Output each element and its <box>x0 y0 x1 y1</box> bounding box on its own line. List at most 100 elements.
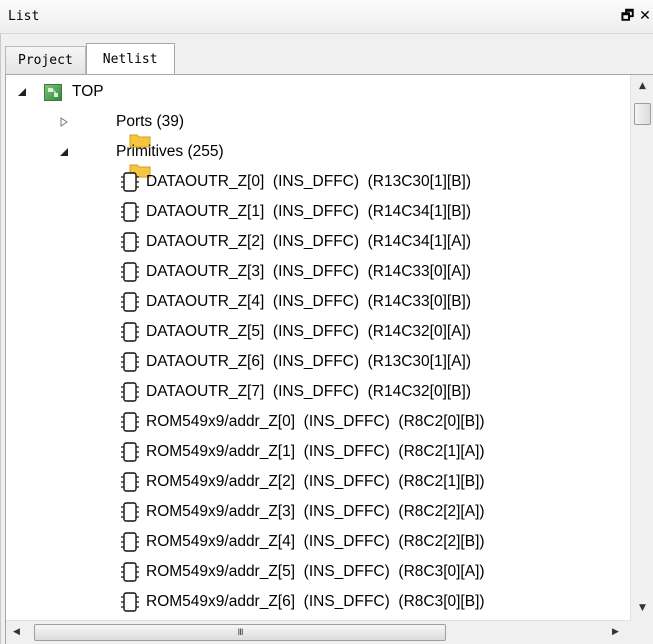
primitive-item[interactable]: DATAOUTR_Z[7] (INS_DFFC) (R14C32[0][B]) <box>120 377 471 407</box>
primitive-cell-icon <box>120 321 140 343</box>
list-panel: Project Netlist TOP Ports (39) Primitive… <box>0 34 653 644</box>
primitive-location: (R8C2[2][B]) <box>398 533 485 550</box>
primitive-location: (R14C32[0][B]) <box>367 383 472 400</box>
primitive-location: (R14C33[0][B]) <box>367 293 472 310</box>
primitive-item[interactable]: ROM549x9/addr_Z[6] (INS_DFFC) (R8C3[0][B… <box>120 587 485 617</box>
primitive-cell-icon <box>120 351 140 373</box>
netlist-panel: TOP Ports (39) Primitives (255) DATAOUTR… <box>5 74 653 644</box>
vertical-scrollbar[interactable]: ▲ ▼ <box>630 75 653 620</box>
primitive-item[interactable]: DATAOUTR_Z[6] (INS_DFFC) (R13C30[1][A]) <box>120 347 471 377</box>
primitive-cell-icon <box>120 171 140 193</box>
primitive-type: (INS_DFFC) <box>303 473 390 490</box>
primitive-location: (R8C3[0][B]) <box>398 593 485 610</box>
tab-netlist[interactable]: Netlist <box>85 43 175 74</box>
primitive-item[interactable]: DATAOUTR_Z[1] (INS_DFFC) (R14C34[1][B]) <box>120 197 471 227</box>
primitive-item[interactable]: ROM549x9/addr_Z[1] (INS_DFFC) (R8C2[1][A… <box>120 437 485 467</box>
primitive-location: (R8C2[1][B]) <box>398 473 485 490</box>
primitive-item[interactable]: ROM549x9/addr_Z[2] (INS_DFFC) (R8C2[1][B… <box>120 467 485 497</box>
primitive-type: (INS_DFFC) <box>272 383 360 400</box>
primitive-name: DATAOUTR_Z[4] <box>146 293 265 310</box>
primitive-item[interactable]: DATAOUTR_Z[4] (INS_DFFC) (R14C33[0][B]) <box>120 287 471 317</box>
scroll-left-icon[interactable]: ◀ <box>13 627 20 637</box>
folder-icon <box>86 114 151 148</box>
primitive-item[interactable]: DATAOUTR_Z[5] (INS_DFFC) (R14C32[0][A]) <box>120 317 471 347</box>
panel-titlebar: List 🗗 ✕ <box>0 0 653 34</box>
primitive-type: (INS_DFFC) <box>303 413 390 430</box>
tab-project[interactable]: Project <box>5 46 86 74</box>
expanded-arrow-icon[interactable] <box>16 86 28 98</box>
collapsed-arrow-icon[interactable] <box>58 116 70 128</box>
primitive-name: DATAOUTR_Z[0] <box>146 173 265 190</box>
horizontal-scroll-thumb[interactable]: III <box>34 624 446 641</box>
primitive-item[interactable]: DATAOUTR_Z[0] (INS_DFFC) (R13C30[1][B]) <box>120 167 471 197</box>
primitive-cell-icon <box>120 231 140 253</box>
restore-icon[interactable]: 🗗 <box>621 7 634 25</box>
primitive-location: (R14C32[0][A]) <box>367 323 472 340</box>
primitive-item[interactable]: ROM549x9/addr_Z[0] (INS_DFFC) (R8C2[0][B… <box>120 407 485 437</box>
primitive-location: (R13C30[1][A]) <box>367 353 472 370</box>
primitive-location: (R8C2[0][B]) <box>398 413 485 430</box>
primitive-location: (R8C3[0][A]) <box>398 563 485 580</box>
primitive-cell-icon <box>120 561 140 583</box>
tree-node-ports[interactable]: Ports (39) <box>58 107 185 148</box>
primitive-name: ROM549x9/addr_Z[1] <box>146 443 296 460</box>
primitive-type: (INS_DFFC) <box>303 533 390 550</box>
primitive-cell-icon <box>120 381 140 403</box>
primitive-name: DATAOUTR_Z[2] <box>146 233 265 250</box>
tree-node-label: TOP <box>72 83 104 100</box>
primitive-item[interactable]: ROM549x9/addr_Z[3] (INS_DFFC) (R8C2[2][A… <box>120 497 485 527</box>
primitive-type: (INS_DFFC) <box>272 233 360 250</box>
primitive-type: (INS_DFFC) <box>303 593 390 610</box>
primitive-location: (R13C30[1][B]) <box>367 173 472 190</box>
tab-bar: Project Netlist <box>5 43 175 74</box>
vertical-scroll-thumb[interactable] <box>634 103 651 125</box>
primitive-name: DATAOUTR_Z[7] <box>146 383 265 400</box>
primitive-item[interactable]: ROM549x9/addr_Z[4] (INS_DFFC) (R8C2[2][B… <box>120 527 485 557</box>
primitive-cell-icon <box>120 201 140 223</box>
tree-node-top[interactable]: TOP <box>16 77 104 107</box>
netlist-tree[interactable]: TOP Ports (39) Primitives (255) DATAOUTR… <box>6 75 631 620</box>
primitive-item[interactable]: ROM549x9/addr_Z[5] (INS_DFFC) (R8C3[0][A… <box>120 557 485 587</box>
close-icon[interactable]: ✕ <box>639 7 651 25</box>
primitive-type: (INS_DFFC) <box>303 443 390 460</box>
panel-title: List <box>8 9 40 24</box>
primitive-location: (R14C34[1][B]) <box>367 203 472 220</box>
primitive-location: (R8C2[1][A]) <box>398 443 485 460</box>
scroll-up-icon[interactable]: ▲ <box>639 81 646 91</box>
tree-node-label: Primitives (255) <box>116 143 224 160</box>
expanded-arrow-icon[interactable] <box>58 146 70 158</box>
primitive-name: ROM549x9/addr_Z[2] <box>146 473 296 490</box>
primitive-type: (INS_DFFC) <box>303 563 390 580</box>
primitive-item[interactable]: DATAOUTR_Z[2] (INS_DFFC) (R14C34[1][A]) <box>120 227 471 257</box>
scroll-down-icon[interactable]: ▼ <box>639 603 646 613</box>
tree-node-primitives[interactable]: Primitives (255) <box>58 137 224 178</box>
folder-icon <box>86 144 151 178</box>
primitive-cell-icon <box>120 471 140 493</box>
horizontal-scrollbar[interactable]: ◀ III ▶ <box>6 620 631 644</box>
primitive-item[interactable]: DATAOUTR_Z[3] (INS_DFFC) (R14C33[0][A]) <box>120 257 471 287</box>
primitive-type: (INS_DFFC) <box>272 353 360 370</box>
primitive-type: (INS_DFFC) <box>272 203 360 220</box>
tree-node-label: Ports (39) <box>116 113 185 130</box>
primitive-type: (INS_DFFC) <box>272 173 360 190</box>
primitive-name: ROM549x9/addr_Z[4] <box>146 533 296 550</box>
scroll-right-icon[interactable]: ▶ <box>612 627 619 637</box>
design-top-icon <box>44 83 62 101</box>
primitive-location: (R14C34[1][A]) <box>367 233 472 250</box>
